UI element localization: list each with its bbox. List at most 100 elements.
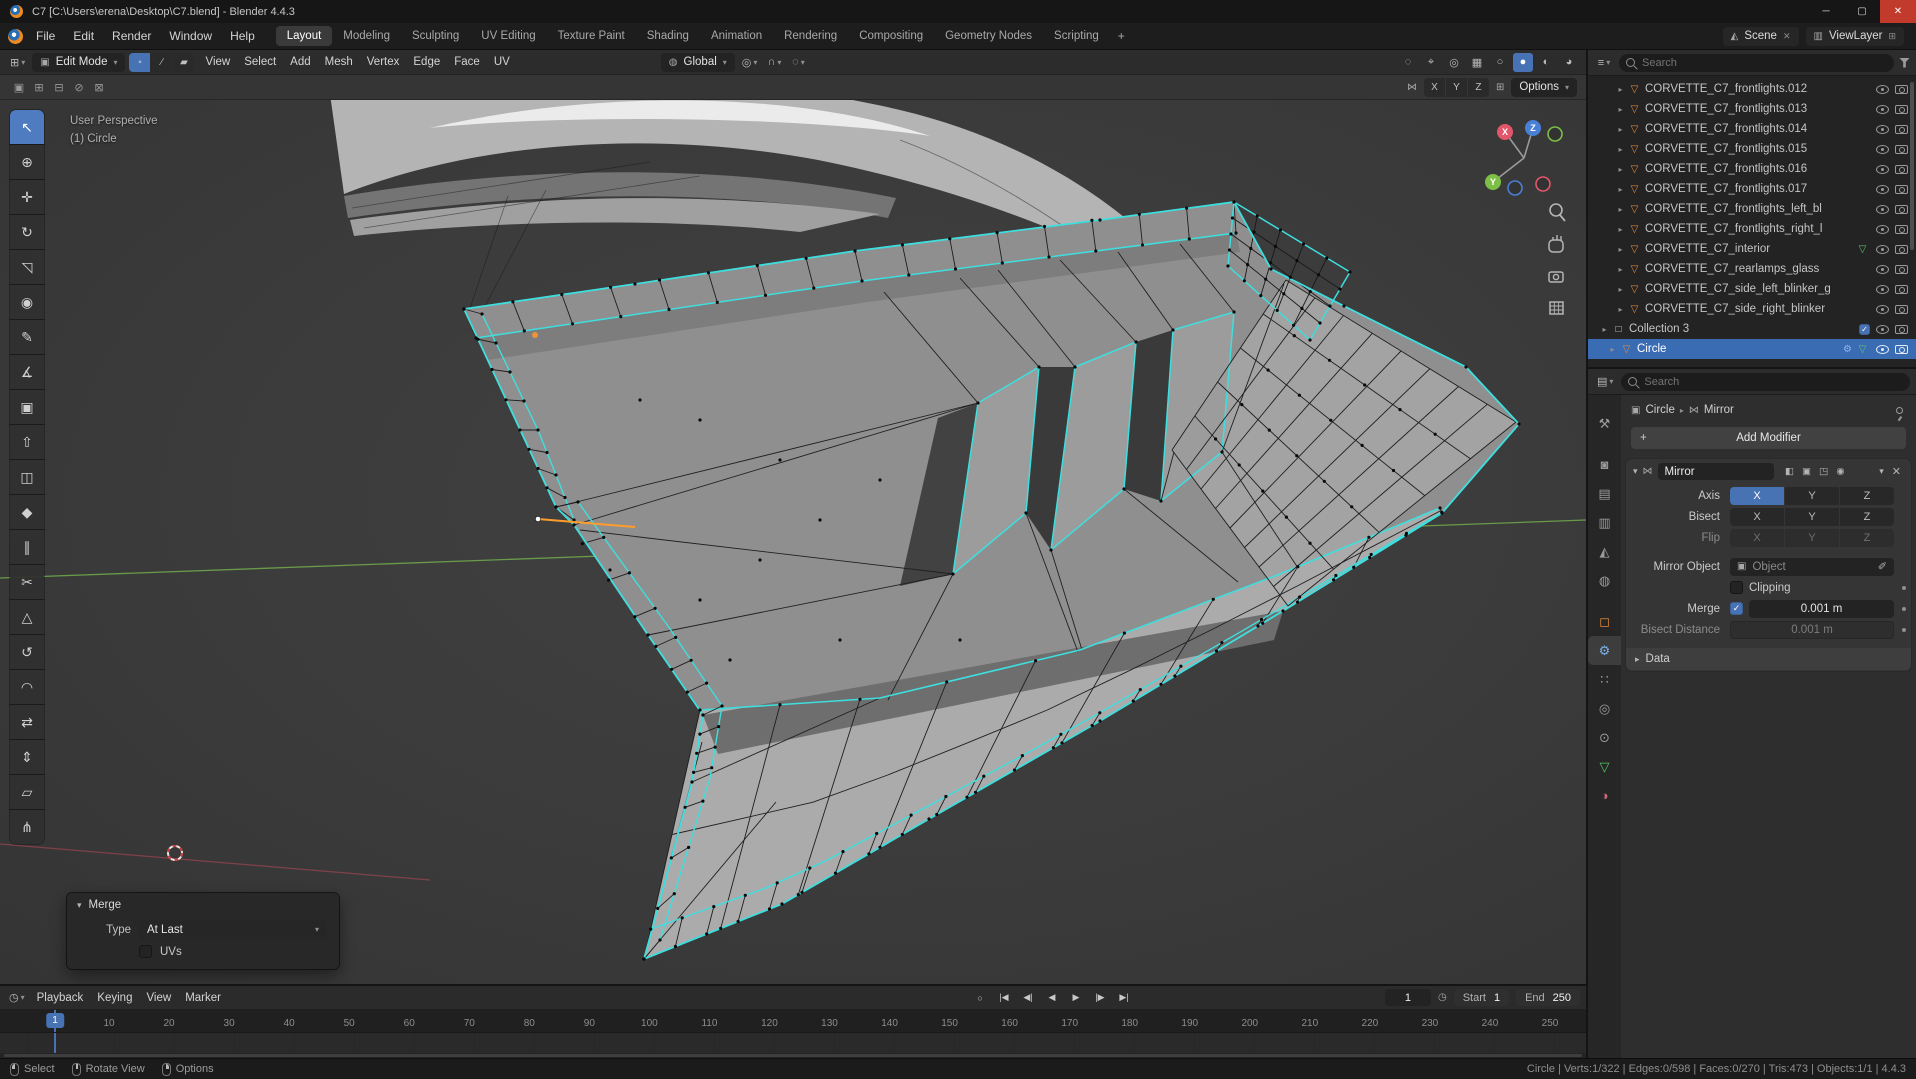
outliner-item-corvette-c7-rearlamps-glass[interactable]: ▸ ▽ CORVETTE_C7_rearlamps_glass [1588, 259, 1916, 279]
frame-tick-140[interactable]: 140 [881, 1018, 898, 1029]
outliner-item-corvette-c7-frontlights-017[interactable]: ▸ ▽ CORVETTE_C7_frontlights.017 [1588, 179, 1916, 199]
edited-mesh-object[interactable] [462, 200, 1521, 961]
expand-icon[interactable]: ▸ [1614, 105, 1627, 114]
toggle-xray-button[interactable]: ▦ [1467, 53, 1487, 72]
tool-transform[interactable]: ◉ [10, 285, 44, 319]
display-edit-mode-toggle[interactable]: ▣ [1799, 464, 1815, 480]
extras-menu-icon[interactable]: ▾ [1879, 466, 1884, 477]
axis-z-toggle[interactable]: Z [1840, 486, 1894, 505]
frame-tick-160[interactable]: 160 [1001, 1018, 1018, 1029]
select-invert-button[interactable]: ⊘ [69, 78, 89, 97]
timeline-menu-keying[interactable]: Keying [90, 990, 139, 1006]
properties-tab-output[interactable]: ▤ [1588, 479, 1621, 508]
blender-menu-icon[interactable] [8, 28, 23, 44]
show-object-types-button[interactable]: ◌ [1398, 53, 1418, 72]
transport-jump-to-end-button[interactable]: ▶| [1113, 989, 1135, 1007]
disable-in-render-icon[interactable] [1895, 84, 1908, 94]
viewport-menu-add[interactable]: Add [283, 54, 317, 70]
disable-in-render-icon[interactable] [1895, 164, 1908, 174]
tool-tweak[interactable]: ↖ [10, 110, 44, 144]
tool-measure[interactable]: ∡ [10, 355, 44, 389]
bisect-y-toggle[interactable]: Y [1785, 507, 1839, 526]
expand-icon[interactable]: ▸ [1614, 85, 1627, 94]
merge-threshold-field[interactable]: 0.001 m [1749, 599, 1894, 618]
expand-icon[interactable]: ▸ [1614, 165, 1627, 174]
hide-in-viewport-icon[interactable] [1876, 104, 1889, 114]
expand-icon[interactable]: ▸ [1606, 345, 1619, 354]
frame-end-field[interactable]: End 250 [1516, 989, 1580, 1006]
frame-tick-90[interactable]: 90 [584, 1018, 595, 1029]
menu-file[interactable]: File [27, 26, 64, 46]
show-overlays-button[interactable]: ◎ [1444, 53, 1464, 72]
tool-extrude-region[interactable]: ⇧ [10, 425, 44, 459]
transport-play-button[interactable]: ▶ [1065, 989, 1087, 1007]
properties-tab-object[interactable]: ◻ [1588, 607, 1621, 636]
add-modifier-button[interactable]: + Add Modifier [1631, 427, 1906, 449]
disable-in-render-icon[interactable] [1895, 304, 1908, 314]
viewport-menu-select[interactable]: Select [237, 54, 283, 70]
expand-icon[interactable]: ▸ [1614, 285, 1627, 294]
outliner-item-corvette-c7-side-left-blinker-g[interactable]: ▸ ▽ CORVETTE_C7_side_left_blinker_g [1588, 279, 1916, 299]
hide-in-viewport-icon[interactable] [1876, 304, 1889, 314]
display-render-toggle[interactable]: ◉ [1833, 464, 1849, 480]
frame-tick-220[interactable]: 220 [1362, 1018, 1379, 1029]
bisect-z-toggle[interactable]: Z [1840, 507, 1894, 526]
breadcrumb-object[interactable]: Circle [1645, 404, 1674, 416]
uvs-checkbox[interactable] [139, 945, 152, 958]
expand-icon[interactable]: ▸ [1614, 265, 1627, 274]
select-subtract-button[interactable]: ⊟ [49, 78, 69, 97]
frame-tick-210[interactable]: 210 [1301, 1018, 1318, 1029]
hide-in-viewport-icon[interactable] [1876, 344, 1889, 354]
transport-jump-to-next-keyframe-button[interactable]: |▶ [1089, 989, 1111, 1007]
outliner-item-corvette-c7-side-right-blinker[interactable]: ▸ ▽ CORVETTE_C7_side_right_blinker [1588, 299, 1916, 319]
data-subpanel-header[interactable]: ▸ Data [1626, 648, 1911, 670]
tool-mirror-z-toggle[interactable]: Z [1467, 77, 1489, 97]
workspace-tab-texture-paint[interactable]: Texture Paint [547, 26, 636, 46]
menu-render[interactable]: Render [103, 26, 160, 46]
select-mode-face[interactable]: ▰ [173, 52, 195, 72]
3d-cursor[interactable] [158, 836, 192, 870]
tool-rotate[interactable]: ↻ [10, 215, 44, 249]
outliner-item-corvette-c7-frontlights-right-l[interactable]: ▸ ▽ CORVETTE_C7_frontlights_right_l [1588, 219, 1916, 239]
animate-property-dot[interactable] [1902, 627, 1906, 632]
timeline-channels[interactable] [0, 1033, 1586, 1053]
merge-checkbox[interactable]: ✓ [1730, 602, 1743, 615]
maximize-button[interactable]: ▢ [1844, 0, 1880, 23]
workspace-tab-compositing[interactable]: Compositing [848, 26, 934, 46]
editor-type-button[interactable]: ≡ ▾ [1594, 53, 1614, 72]
outliner-scrollbar[interactable] [1910, 82, 1914, 250]
viewlayer-selector[interactable]: ▥ ViewLayer ⊞ [1805, 26, 1904, 46]
disable-in-render-icon[interactable] [1895, 104, 1908, 114]
tool-edge-slide[interactable]: ⇄ [10, 705, 44, 739]
tool-inset-faces[interactable]: ◫ [10, 460, 44, 494]
editor-type-button[interactable]: ▤ ▾ [1594, 372, 1616, 391]
frame-tick-240[interactable]: 240 [1482, 1018, 1499, 1029]
bisect-x-toggle[interactable]: X [1730, 507, 1784, 526]
scene-selector[interactable]: ◭ Scene ✕ [1722, 26, 1799, 46]
disable-in-render-icon[interactable] [1895, 124, 1908, 134]
expand-icon[interactable]: ▸ [1614, 185, 1627, 194]
frame-tick-50[interactable]: 50 [344, 1018, 355, 1029]
flip-y-toggle[interactable]: Y [1785, 528, 1839, 547]
tool-smooth[interactable]: ◠ [10, 670, 44, 704]
frame-tick-100[interactable]: 100 [641, 1018, 658, 1029]
properties-tab-scene[interactable]: ◭ [1588, 537, 1621, 566]
properties-tab-render[interactable]: ◙ [1588, 450, 1621, 479]
outliner-item-corvette-c7-frontlights-013[interactable]: ▸ ▽ CORVETTE_C7_frontlights.013 [1588, 99, 1916, 119]
properties-tab-view-layer[interactable]: ▥ [1588, 508, 1621, 537]
transport-jump-to-start-button[interactable]: |◀ [993, 989, 1015, 1007]
outliner-item-corvette-c7-interior[interactable]: ▸ ▽ CORVETTE_C7_interior ▽ [1588, 239, 1916, 259]
menu-edit[interactable]: Edit [64, 26, 103, 46]
select-extend-button[interactable]: ⊞ [29, 78, 49, 97]
axis-x-toggle[interactable]: X [1730, 486, 1784, 505]
disable-in-render-icon[interactable] [1895, 244, 1908, 254]
disable-in-render-icon[interactable] [1895, 344, 1908, 354]
outliner-item-corvette-c7-frontlights-014[interactable]: ▸ ▽ CORVETTE_C7_frontlights.014 [1588, 119, 1916, 139]
tool-loop-cut[interactable]: ∥ [10, 530, 44, 564]
current-frame-marker[interactable]: 1 [46, 1013, 64, 1028]
animate-property-dot[interactable] [1902, 585, 1906, 590]
tool-move[interactable]: ✛ [10, 180, 44, 214]
properties-tab-world[interactable]: ◍ [1588, 566, 1621, 595]
close-button[interactable]: ✕ [1880, 0, 1916, 23]
shading-solid-button[interactable]: ● [1513, 52, 1533, 72]
